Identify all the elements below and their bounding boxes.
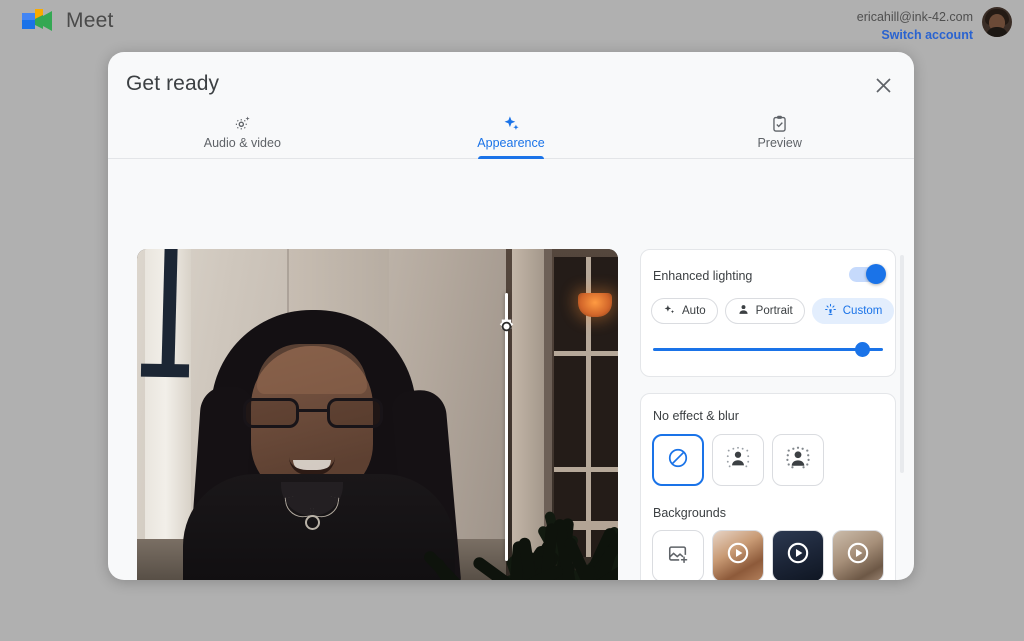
tab-preview[interactable]: Preview (645, 109, 914, 158)
top-bar: Meet ericahill@ink-42.com Switch account (0, 0, 1024, 52)
slider-track (653, 348, 883, 351)
brand: Meet (18, 6, 114, 36)
lighting-intensity-slider[interactable] (653, 342, 883, 358)
tab-label: Appearence (477, 136, 544, 150)
play-icon (727, 542, 749, 564)
preset-label: Auto (682, 305, 706, 317)
enhanced-lighting-toggle[interactable] (849, 267, 883, 282)
video-self-preview[interactable] (137, 249, 618, 580)
backgrounds-label: Backgrounds (653, 506, 726, 520)
preset-label: Portrait (756, 305, 793, 317)
preset-label: Custom (843, 305, 883, 317)
lighting-preset-custom[interactable]: Custom (812, 298, 895, 324)
add-image-icon (667, 543, 689, 570)
switch-account-link[interactable]: Switch account (857, 26, 973, 44)
close-button[interactable] (866, 68, 900, 102)
no-effect-blur-label: No effect & blur (653, 409, 739, 423)
brand-name: Meet (66, 9, 114, 33)
avatar[interactable] (982, 7, 1012, 37)
clipboard-check-icon (770, 113, 789, 133)
enhanced-lighting-card: Enhanced lighting Auto Portrait Custom (640, 249, 896, 377)
get-ready-dialog: Get ready Audio & video Appearence Previ… (108, 52, 914, 580)
slight-blur-tile[interactable] (712, 434, 764, 486)
tab-label: Preview (757, 136, 801, 150)
appearance-options-panel: Enhanced lighting Auto Portrait Custom N… (640, 249, 904, 580)
gear-sparkle-icon (233, 113, 252, 133)
sparkles-icon (502, 113, 521, 133)
brightness-compare-handle-icon[interactable] (497, 317, 516, 336)
google-meet-logo-icon (18, 6, 56, 36)
account-email: ericahill@ink-42.com (857, 8, 973, 26)
play-icon (847, 542, 869, 564)
tab-audio-video[interactable]: Audio & video (108, 109, 377, 158)
preview-foreground-plant (437, 506, 618, 580)
backgrounds-row (652, 530, 884, 580)
tab-appearance[interactable]: Appearence (377, 109, 646, 158)
background-thumbnail[interactable] (832, 530, 884, 580)
slider-knob[interactable] (855, 342, 870, 357)
lamp-icon (824, 303, 837, 319)
background-thumbnail[interactable] (712, 530, 764, 580)
upload-background-tile[interactable] (652, 530, 704, 580)
enhanced-lighting-label: Enhanced lighting (653, 269, 752, 283)
settings-tabs: Audio & video Appearence Preview (108, 109, 914, 159)
blur-tiles-row (652, 434, 824, 486)
options-scrollbar[interactable] (900, 255, 904, 473)
lighting-preset-portrait[interactable]: Portrait (725, 298, 805, 324)
tab-label: Audio & video (204, 136, 281, 150)
lighting-preset-auto[interactable]: Auto (651, 298, 718, 324)
no-effect-icon (667, 447, 689, 474)
lighting-presets: Auto Portrait Custom (651, 298, 894, 324)
account-area: ericahill@ink-42.com Switch account (857, 7, 1012, 44)
slight-blur-icon (725, 445, 751, 476)
dialog-body: Enhanced lighting Auto Portrait Custom N… (108, 160, 914, 580)
effects-card: No effect & blur Backgrounds (640, 393, 896, 580)
dialog-title: Get ready (126, 72, 219, 96)
close-icon (875, 77, 892, 94)
no-effect-tile[interactable] (652, 434, 704, 486)
preview-person (177, 294, 467, 580)
play-icon (787, 542, 809, 564)
sparkles-icon (663, 303, 676, 319)
blur-tile[interactable] (772, 434, 824, 486)
background-thumbnail[interactable] (772, 530, 824, 580)
person-icon (737, 303, 750, 319)
blur-icon (785, 445, 811, 476)
tab-active-indicator (478, 156, 544, 159)
